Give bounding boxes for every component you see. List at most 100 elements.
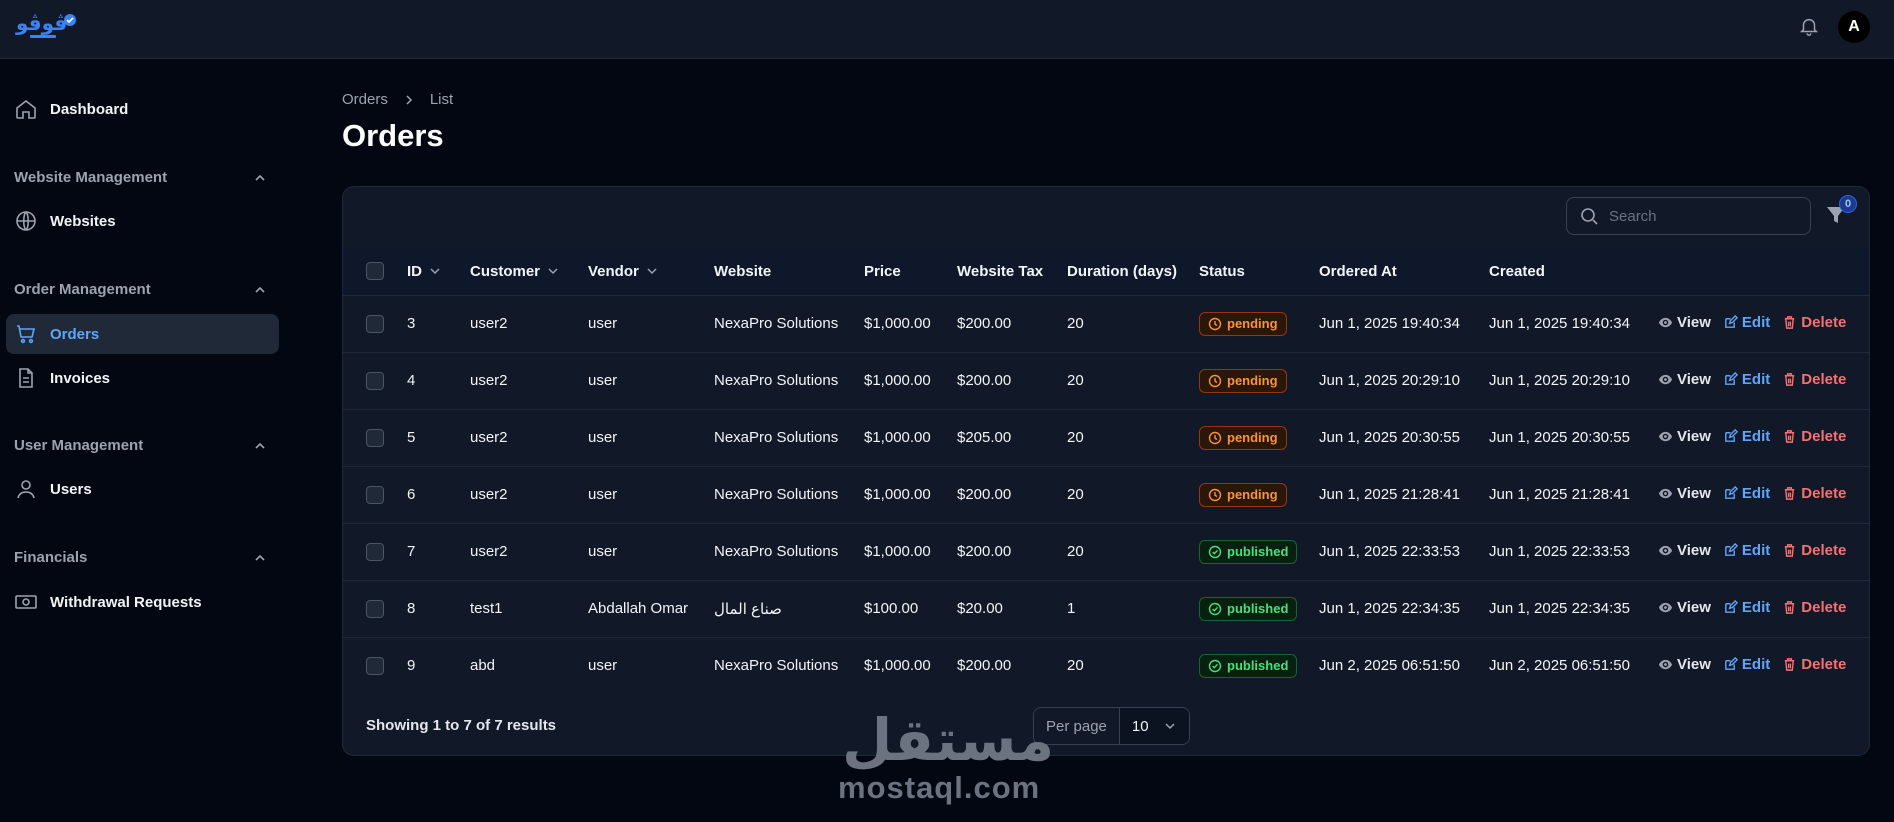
bell-icon[interactable] xyxy=(1798,14,1820,38)
chevron-down-icon xyxy=(548,268,558,275)
select-all-checkbox[interactable] xyxy=(366,262,384,281)
sidebar-item-websites[interactable]: Websites xyxy=(6,201,279,241)
cell-customer: user2 xyxy=(470,429,508,446)
edit-button[interactable]: Edit xyxy=(1723,656,1770,673)
table-header-row: ID Customer Vendor Website Price Website… xyxy=(343,248,1869,295)
avatar[interactable]: A xyxy=(1838,11,1870,43)
sidebar-item-withdrawal-requests[interactable]: Withdrawal Requests xyxy=(6,582,279,622)
chevron-down-icon xyxy=(430,268,440,275)
breadcrumb-orders-link[interactable]: Orders xyxy=(342,91,388,108)
chevron-up-icon[interactable] xyxy=(252,550,268,566)
cell-duration: 20 xyxy=(1067,543,1084,560)
chevron-up-icon[interactable] xyxy=(252,170,268,186)
view-button[interactable]: View xyxy=(1658,656,1711,673)
column-header-customer[interactable]: Customer xyxy=(470,248,588,295)
sidebar-item-label: Users xyxy=(50,480,92,498)
edit-button[interactable]: Edit xyxy=(1723,428,1770,445)
delete-label: Delete xyxy=(1801,484,1847,502)
cell-ordered-at: Jun 1, 2025 20:30:55 xyxy=(1319,429,1460,446)
row-checkbox[interactable] xyxy=(366,656,384,675)
delete-label: Delete xyxy=(1801,427,1847,445)
sidebar-item-users[interactable]: Users xyxy=(6,469,279,509)
column-header-created: Created xyxy=(1489,262,1545,280)
trash-icon xyxy=(1785,657,1795,671)
breadcrumb-current: List xyxy=(429,91,454,108)
row-checkbox[interactable] xyxy=(366,485,384,504)
delete-button[interactable]: Delete xyxy=(1782,542,1846,559)
per-page-value-text: 10 xyxy=(1131,717,1149,735)
pencil-square-icon xyxy=(1725,314,1738,328)
edit-button[interactable]: Edit xyxy=(1723,371,1770,388)
row-checkbox[interactable] xyxy=(366,542,384,561)
status-text: published xyxy=(1227,658,1289,674)
edit-button[interactable]: Edit xyxy=(1723,314,1770,331)
group-order-management[interactable]: Order Management xyxy=(14,281,268,298)
cell-customer: test1 xyxy=(470,600,503,617)
pencil-square-icon xyxy=(1725,485,1738,499)
sidebar-item-dashboard[interactable]: Dashboard xyxy=(6,89,279,129)
view-button[interactable]: View xyxy=(1658,371,1711,388)
chevron-down-icon xyxy=(1165,723,1175,730)
group-financials[interactable]: Financials xyxy=(14,549,268,566)
cell-website: صناع المال xyxy=(714,600,782,618)
row-checkbox[interactable] xyxy=(366,314,384,333)
view-label: View xyxy=(1677,598,1711,616)
cell-price: $1,000.00 xyxy=(864,657,931,675)
sidebar-item-invoices[interactable]: Invoices xyxy=(6,358,279,398)
watermark-arabic: مستقل xyxy=(842,708,1055,773)
status-text: pending xyxy=(1227,487,1278,502)
chevron-up-icon[interactable] xyxy=(252,438,268,454)
brand-logo-icon[interactable]: ڤوڤو xyxy=(14,8,78,42)
sidebar-item-orders[interactable]: Orders xyxy=(6,314,279,354)
status-text: published xyxy=(1227,544,1289,559)
cell-website: NexaPro Solutions xyxy=(714,657,839,675)
group-user-management[interactable]: User Management xyxy=(14,437,268,454)
view-button[interactable]: View xyxy=(1658,599,1711,616)
status-badge: published xyxy=(1199,596,1298,621)
delete-button[interactable]: Delete xyxy=(1782,428,1846,445)
orders-table-card: 0 ID Customer Vendor Website Price Websi… xyxy=(342,186,1870,756)
row-checkbox[interactable] xyxy=(366,428,384,447)
view-label: View xyxy=(1677,370,1711,388)
view-button[interactable]: View xyxy=(1658,314,1711,331)
view-button[interactable]: View xyxy=(1658,485,1711,502)
cell-ordered-at: Jun 1, 2025 20:29:10 xyxy=(1319,372,1460,389)
column-header-actions xyxy=(1658,248,1869,295)
cell-id: 3 xyxy=(407,315,416,332)
view-button[interactable]: View xyxy=(1658,542,1711,559)
edit-button[interactable]: Edit xyxy=(1723,599,1770,616)
view-button[interactable]: View xyxy=(1658,428,1711,445)
eye-icon xyxy=(1658,602,1673,612)
per-page-value[interactable]: 10 xyxy=(1119,708,1189,744)
delete-button[interactable]: Delete xyxy=(1782,371,1846,388)
delete-button[interactable]: Delete xyxy=(1782,656,1846,673)
group-website-management[interactable]: Website Management xyxy=(14,169,268,186)
edit-button[interactable]: Edit xyxy=(1723,542,1770,559)
delete-button[interactable]: Delete xyxy=(1782,599,1846,616)
row-checkbox[interactable] xyxy=(366,599,384,618)
cell-created: Jun 1, 2025 22:34:35 xyxy=(1489,600,1630,617)
cell-vendor: user xyxy=(588,372,618,389)
trash-icon xyxy=(1785,486,1795,500)
column-header-vendor[interactable]: Vendor xyxy=(588,248,714,295)
table-row: 6 user2 user NexaPro Solutions $1,000.00 $200… xyxy=(343,466,1869,523)
cell-website-tax: $200.00 xyxy=(957,543,1012,560)
delete-label: Delete xyxy=(1801,655,1847,673)
cell-customer: user2 xyxy=(470,543,508,560)
cell-duration: 20 xyxy=(1067,657,1084,675)
column-header-id[interactable]: ID xyxy=(407,248,470,295)
delete-button[interactable]: Delete xyxy=(1782,314,1846,331)
search-box[interactable] xyxy=(1566,197,1811,235)
cell-customer: user2 xyxy=(470,486,508,503)
cell-vendor: user xyxy=(588,429,618,446)
group-label: Financials xyxy=(14,549,88,566)
row-checkbox[interactable] xyxy=(366,371,384,390)
chevron-up-icon[interactable] xyxy=(252,282,268,298)
per-page-select[interactable]: Per page 10 xyxy=(1033,707,1190,745)
edit-button[interactable]: Edit xyxy=(1723,485,1770,502)
search-input[interactable] xyxy=(1609,207,1799,225)
cell-website: NexaPro Solutions xyxy=(714,315,839,332)
delete-button[interactable]: Delete xyxy=(1782,485,1846,502)
pencil-square-icon xyxy=(1725,542,1738,556)
cell-website-tax: $200.00 xyxy=(957,372,1012,389)
